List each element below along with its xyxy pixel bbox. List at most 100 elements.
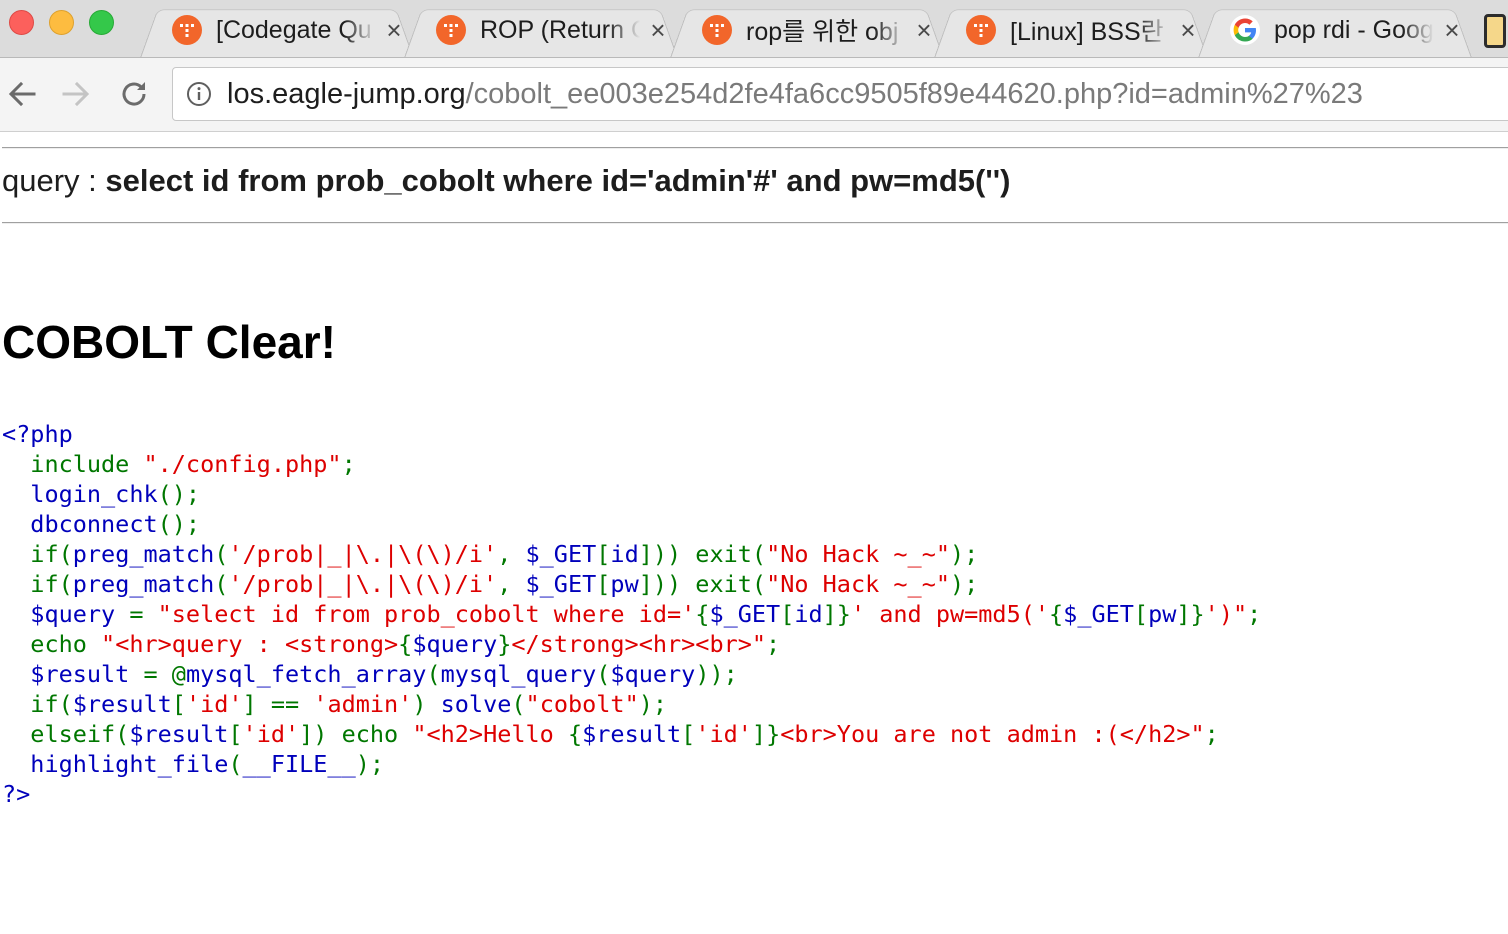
close-window-button[interactable] (9, 10, 34, 35)
code-token: $_GET (525, 540, 597, 568)
code-token: ( (228, 750, 243, 778)
code-token: ]) echo (299, 720, 413, 748)
page-content: query : select id from prob_cobolt where… (0, 133, 1508, 934)
code-line: if(preg_match('/prob|_|\.|\(\)/i', $_GET… (2, 539, 1261, 569)
code-token: mysql_query (440, 660, 597, 688)
info-icon[interactable] (185, 80, 213, 108)
code-token: pw (610, 570, 639, 598)
code-token: ( (214, 570, 229, 598)
url-text: los.eagle-jump.org/cobolt_ee003e254d2fe4… (227, 78, 1363, 111)
back-button[interactable] (4, 76, 40, 112)
code-token: { (695, 600, 710, 628)
forward-button[interactable] (58, 76, 94, 112)
code-token: ]} (751, 720, 781, 748)
code-token: $result (582, 720, 682, 748)
code-token: if( (2, 690, 73, 718)
code-line: include "./config.php"; (2, 449, 1261, 479)
tab-close-icon[interactable]: × (646, 17, 670, 43)
url-host: los.eagle-jump.org (227, 77, 466, 110)
code-token: if( (2, 570, 73, 598)
tab-title: rop를 위한 obj (746, 18, 899, 46)
google-icon (1230, 15, 1260, 45)
code-token: 'id' (242, 720, 300, 748)
code-token: 'admin' (313, 690, 413, 718)
code-token: login_chk (30, 480, 158, 508)
code-token: ] == (242, 690, 314, 718)
code-token: ( (426, 660, 441, 688)
code-token: { (567, 720, 583, 748)
address-bar[interactable]: los.eagle-jump.org/cobolt_ee003e254d2fe4… (172, 67, 1508, 121)
code-token: $result (72, 690, 172, 718)
code-token: $query (610, 660, 696, 688)
tab-linux-bss[interactable]: [Linux] BSS란 × (934, 2, 1208, 57)
arrow-left-icon (8, 81, 36, 107)
source-code-block: <?php include "./config.php"; login_chk(… (2, 419, 1261, 809)
code-token: id (610, 540, 639, 568)
code-token: "./config.php" (143, 450, 342, 478)
code-line: if(preg_match('/prob|_|\.|\(\)/i', $_GET… (2, 569, 1261, 599)
query-label: query : (2, 163, 106, 198)
tab-close-icon[interactable]: × (382, 17, 406, 43)
los-favicon-icon (172, 15, 202, 45)
code-line: $result = @mysql_fetch_array(mysql_query… (2, 659, 1261, 689)
code-token: "No Hack ~_~" (766, 570, 950, 598)
tab-title: ROP (Return C (480, 15, 640, 44)
code-token: ]} (1176, 600, 1205, 628)
code-token: , (497, 540, 526, 568)
code-token: ); (950, 570, 979, 598)
code-token: [ (780, 600, 795, 628)
code-token: mysql_fetch_array (185, 660, 427, 688)
code-token: } (497, 630, 512, 658)
code-token: "<h2>Hello (412, 720, 568, 748)
code-token: { (1049, 600, 1064, 628)
code-token: ; (341, 450, 356, 478)
los-favicon-icon (702, 15, 732, 45)
code-token: "select id from prob_cobolt where id=' (157, 600, 696, 628)
code-token: <br>You are not admin :(</h2>" (780, 720, 1205, 748)
reload-button[interactable] (116, 76, 152, 112)
reload-icon (122, 82, 146, 106)
code-token: ?> (2, 780, 31, 808)
tab-pop-rdi-google[interactable]: pop rdi - Goog × (1198, 2, 1472, 57)
code-token: ; (1247, 600, 1262, 628)
query-value: select id from prob_cobolt where id='adm… (105, 163, 1011, 198)
code-token: 'id' (185, 690, 243, 718)
code-token: , (497, 570, 526, 598)
code-token: [ (171, 690, 186, 718)
zoom-window-button[interactable] (89, 10, 114, 35)
tab-close-icon[interactable]: × (912, 17, 936, 43)
arrow-right-icon (62, 81, 90, 107)
url-path: /cobolt_ee003e254d2fe4fa6cc9505f89e44620… (465, 77, 1363, 110)
code-token: preg_match (72, 540, 215, 568)
code-token: echo (2, 630, 102, 658)
code-token: pw (1148, 600, 1177, 628)
code-token: [ (596, 540, 611, 568)
tab-rop[interactable]: ROP (Return C × (404, 2, 678, 57)
code-line: ?> (2, 779, 1261, 809)
tab-rop-object[interactable]: rop를 위한 obj × (670, 2, 944, 57)
code-token: '/prob|_|\.|\(\)/i' (228, 540, 498, 568)
code-token: ( (596, 660, 611, 688)
code-token: dbconnect (30, 510, 158, 538)
code-token: ); (355, 750, 385, 778)
code-token: include (2, 450, 144, 478)
profile-icon[interactable] (1484, 14, 1506, 48)
code-token: (); (157, 480, 201, 508)
code-token: [ (681, 720, 696, 748)
code-token: preg_match (72, 570, 215, 598)
code-token: "<hr>query : <strong> (101, 630, 399, 658)
code-token: </strong><hr><br>" (511, 630, 767, 658)
los-favicon-icon (436, 15, 466, 45)
tab-codegate[interactable]: [Codegate Qu × (140, 2, 414, 57)
tab-close-icon[interactable]: × (1440, 17, 1464, 43)
code-token: { (398, 630, 413, 658)
page-heading: COBOLT Clear! (2, 316, 336, 368)
minimize-window-button[interactable] (49, 10, 74, 35)
code-token: $query (412, 630, 498, 658)
tab-close-icon[interactable]: × (1176, 17, 1200, 43)
horizontal-rule (2, 222, 1508, 224)
